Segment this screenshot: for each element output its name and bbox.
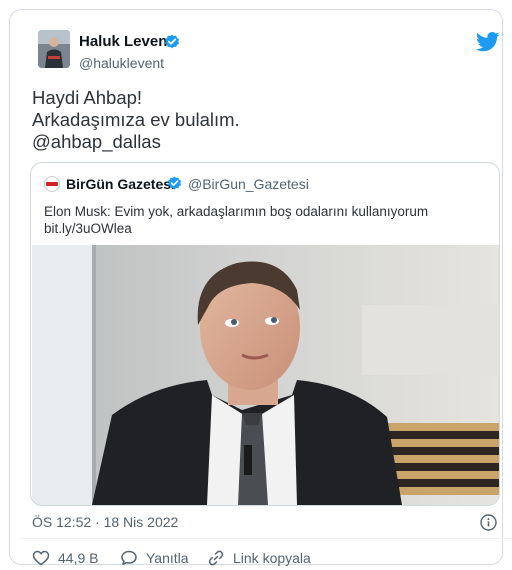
tweet-text-line: Arkadaşımıza ev bulalım. xyxy=(32,109,240,130)
quoted-tweet-text: Elon Musk: Evim yok, arkadaşlarımın boş … xyxy=(44,204,429,219)
tweet-text-line: Haydi Ahbap! xyxy=(32,87,143,108)
like-button[interactable]: 44,9 B xyxy=(32,549,98,567)
info-icon[interactable] xyxy=(480,514,497,531)
tweet-text: Haydi Ahbap! Arkadaşımıza ev bulalım. @a… xyxy=(32,87,240,153)
heart-icon xyxy=(32,550,50,566)
author-avatar[interactable] xyxy=(38,30,70,68)
copy-link-button[interactable]: Link kopyala xyxy=(207,549,311,567)
speech-bubble-icon xyxy=(121,550,137,566)
embedded-tweet-card: Haluk Levent @haluklevent Haydi Ahbap! A… xyxy=(9,9,512,567)
author-name[interactable]: Haluk Levent xyxy=(79,33,172,50)
quoted-author-avatar[interactable] xyxy=(44,176,60,192)
like-count: 44,9 B xyxy=(58,550,99,566)
quoted-tweet-photo[interactable] xyxy=(32,245,499,505)
reply-button[interactable]: Yanıtla xyxy=(120,549,189,567)
verified-badge-icon xyxy=(165,34,179,49)
quoted-author-handle[interactable]: @BirGun_Gazetesi xyxy=(188,176,309,192)
verified-badge-icon xyxy=(167,176,182,190)
tweet-mention-link[interactable]: @ahbap_dallas xyxy=(32,131,240,153)
quoted-tweet[interactable]: BirGün Gazetesi @BirGun_Gazetesi Elon Mu… xyxy=(30,162,500,506)
copy-link-label: Link kopyala xyxy=(233,550,311,566)
link-icon xyxy=(208,550,224,566)
tweet-timestamp[interactable]: ÖS 12:52 · 18 Nis 2022 xyxy=(32,514,178,530)
author-handle[interactable]: @haluklevent xyxy=(79,55,164,71)
reply-label: Yanıtla xyxy=(146,550,189,566)
divider xyxy=(20,538,512,539)
quoted-tweet-link[interactable]: bit.ly/3uOWlea xyxy=(44,221,132,236)
quoted-author-name[interactable]: BirGün Gazetesi xyxy=(66,176,175,192)
twitter-bird-icon[interactable] xyxy=(476,32,500,52)
